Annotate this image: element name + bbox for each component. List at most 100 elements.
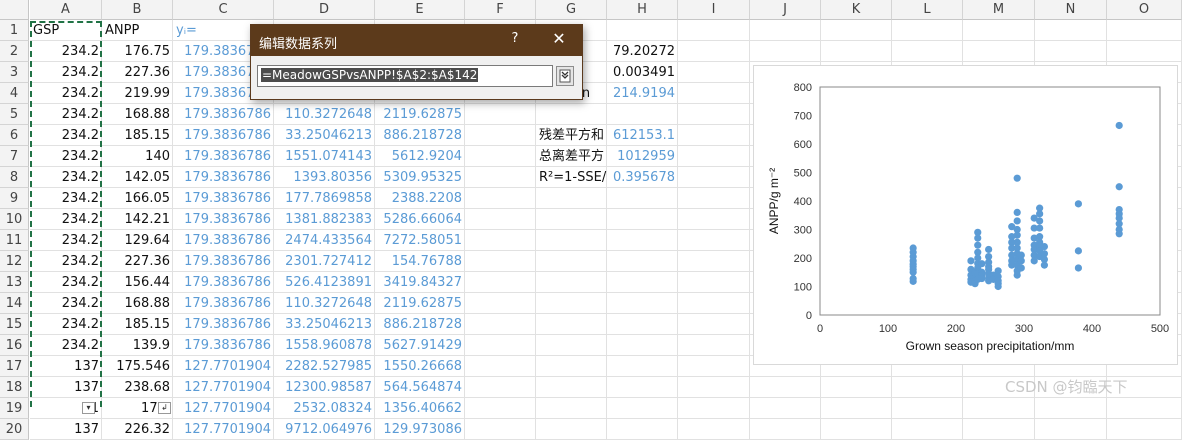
cell-d18[interactable]: 12300.98587 xyxy=(274,377,375,398)
row-header-5[interactable]: 5 xyxy=(0,104,29,125)
row-header-3[interactable]: 3 xyxy=(0,62,29,83)
cell-d13[interactable]: 526.4123891 xyxy=(274,272,375,293)
cell-c16[interactable]: 179.3836786 xyxy=(173,335,274,356)
cell-d12[interactable]: 2301.727412 xyxy=(274,251,375,272)
grid-cell[interactable] xyxy=(465,419,536,440)
grid-cell[interactable] xyxy=(1107,20,1182,41)
column-header-m[interactable]: M xyxy=(963,0,1035,20)
grid-cell[interactable] xyxy=(536,251,607,272)
grid-cell[interactable] xyxy=(607,230,678,251)
grid-cell[interactable] xyxy=(607,314,678,335)
grid-cell[interactable] xyxy=(678,356,750,377)
grid-cell[interactable] xyxy=(821,41,892,62)
grid-cell[interactable] xyxy=(1107,419,1182,440)
grid-cell[interactable] xyxy=(536,419,607,440)
cell-a20[interactable]: 137 xyxy=(30,419,102,440)
grid-cell[interactable] xyxy=(678,419,750,440)
cell-a10[interactable]: 234.2 xyxy=(30,209,102,230)
column-header-c[interactable]: C xyxy=(173,0,274,20)
cell-a16[interactable]: 234.2 xyxy=(30,335,102,356)
cell-e10[interactable]: 5286.66064 xyxy=(375,209,465,230)
row-header-15[interactable]: 15 xyxy=(0,314,29,335)
grid-cell[interactable] xyxy=(963,20,1035,41)
cell-e18[interactable]: 564.564874 xyxy=(375,377,465,398)
row-header-12[interactable]: 12 xyxy=(0,251,29,272)
grid-cell[interactable] xyxy=(821,419,892,440)
grid-cell[interactable] xyxy=(750,20,821,41)
cell-h8[interactable]: 0.395678 xyxy=(607,167,678,188)
cell-b14[interactable]: 168.88 xyxy=(102,293,173,314)
grid-cell[interactable] xyxy=(678,167,750,188)
cell-c11[interactable]: 179.3836786 xyxy=(173,230,274,251)
cell-b9[interactable]: 166.05 xyxy=(102,188,173,209)
cell-d10[interactable]: 1381.882383 xyxy=(274,209,375,230)
grid-cell[interactable] xyxy=(892,20,963,41)
grid-cell[interactable] xyxy=(465,230,536,251)
cell-d16[interactable]: 1558.960878 xyxy=(274,335,375,356)
grid-cell[interactable] xyxy=(678,377,750,398)
grid-cell[interactable] xyxy=(892,419,963,440)
cell-d8[interactable]: 1393.80356 xyxy=(274,167,375,188)
collapse-dialog-button[interactable] xyxy=(556,66,574,86)
cell-d7[interactable]: 1551.074143 xyxy=(274,146,375,167)
grid-cell[interactable] xyxy=(465,167,536,188)
grid-cell[interactable] xyxy=(536,335,607,356)
row-header-1[interactable]: 1 xyxy=(0,20,29,41)
row-header-6[interactable]: 6 xyxy=(0,125,29,146)
grid-cell[interactable] xyxy=(678,272,750,293)
cell-b4[interactable]: 219.99 xyxy=(102,83,173,104)
grid-cell[interactable] xyxy=(678,125,750,146)
cell-c14[interactable]: 179.3836786 xyxy=(173,293,274,314)
cell-d14[interactable]: 110.3272648 xyxy=(274,293,375,314)
grid-cell[interactable] xyxy=(821,20,892,41)
grid-cell[interactable] xyxy=(678,83,750,104)
cell-a17[interactable]: 137 xyxy=(30,356,102,377)
column-header-i[interactable]: I xyxy=(678,0,750,20)
grid-cell[interactable] xyxy=(465,335,536,356)
grid-cell[interactable] xyxy=(536,356,607,377)
grid-cell[interactable] xyxy=(1035,419,1107,440)
grid-cell[interactable] xyxy=(678,104,750,125)
grid-cell[interactable] xyxy=(678,146,750,167)
cell-c15[interactable]: 179.3836786 xyxy=(173,314,274,335)
cell-e15[interactable]: 886.218728 xyxy=(375,314,465,335)
cell-b8[interactable]: 142.05 xyxy=(102,167,173,188)
cell-a14[interactable]: 234.2 xyxy=(30,293,102,314)
column-header-g[interactable]: G xyxy=(536,0,607,20)
grid-cell[interactable] xyxy=(536,209,607,230)
grid-cell[interactable] xyxy=(1035,398,1107,419)
grid-cell[interactable] xyxy=(607,188,678,209)
cell-c7[interactable]: 179.3836786 xyxy=(173,146,274,167)
cell-b11[interactable]: 129.64 xyxy=(102,230,173,251)
grid-cell[interactable] xyxy=(678,251,750,272)
row-header-4[interactable]: 4 xyxy=(0,83,29,104)
paste-options-icon[interactable]: ↲ xyxy=(158,402,171,414)
row-header-7[interactable]: 7 xyxy=(0,146,29,167)
cell-a15[interactable]: 234.2 xyxy=(30,314,102,335)
column-header-f[interactable]: F xyxy=(465,0,536,20)
grid-cell[interactable] xyxy=(465,314,536,335)
cell-a9[interactable]: 234.2 xyxy=(30,188,102,209)
cell-c17[interactable]: 127.7701904 xyxy=(173,356,274,377)
grid-cell[interactable] xyxy=(678,209,750,230)
grid-cell[interactable] xyxy=(465,125,536,146)
select-all-corner[interactable] xyxy=(0,0,29,20)
help-button[interactable]: ? xyxy=(506,31,524,46)
cell-c19[interactable]: 127.7701904 xyxy=(173,398,274,419)
cell-e16[interactable]: 5627.91429 xyxy=(375,335,465,356)
grid-cell[interactable] xyxy=(465,272,536,293)
cell-a18[interactable]: 137 xyxy=(30,377,102,398)
cell-b13[interactable]: 156.44 xyxy=(102,272,173,293)
cell-b5[interactable]: 168.88 xyxy=(102,104,173,125)
grid-cell[interactable] xyxy=(678,62,750,83)
grid-cell[interactable] xyxy=(607,272,678,293)
cell-e6[interactable]: 886.218728 xyxy=(375,125,465,146)
row-header-16[interactable]: 16 xyxy=(0,335,29,356)
cell-e9[interactable]: 2388.2208 xyxy=(375,188,465,209)
row-header-18[interactable]: 18 xyxy=(0,377,29,398)
grid-cell[interactable] xyxy=(678,41,750,62)
cell-e11[interactable]: 7272.58051 xyxy=(375,230,465,251)
cell-e17[interactable]: 1550.26668 xyxy=(375,356,465,377)
grid-cell[interactable] xyxy=(465,356,536,377)
autofill-options-icon[interactable]: ▾ xyxy=(82,402,95,414)
